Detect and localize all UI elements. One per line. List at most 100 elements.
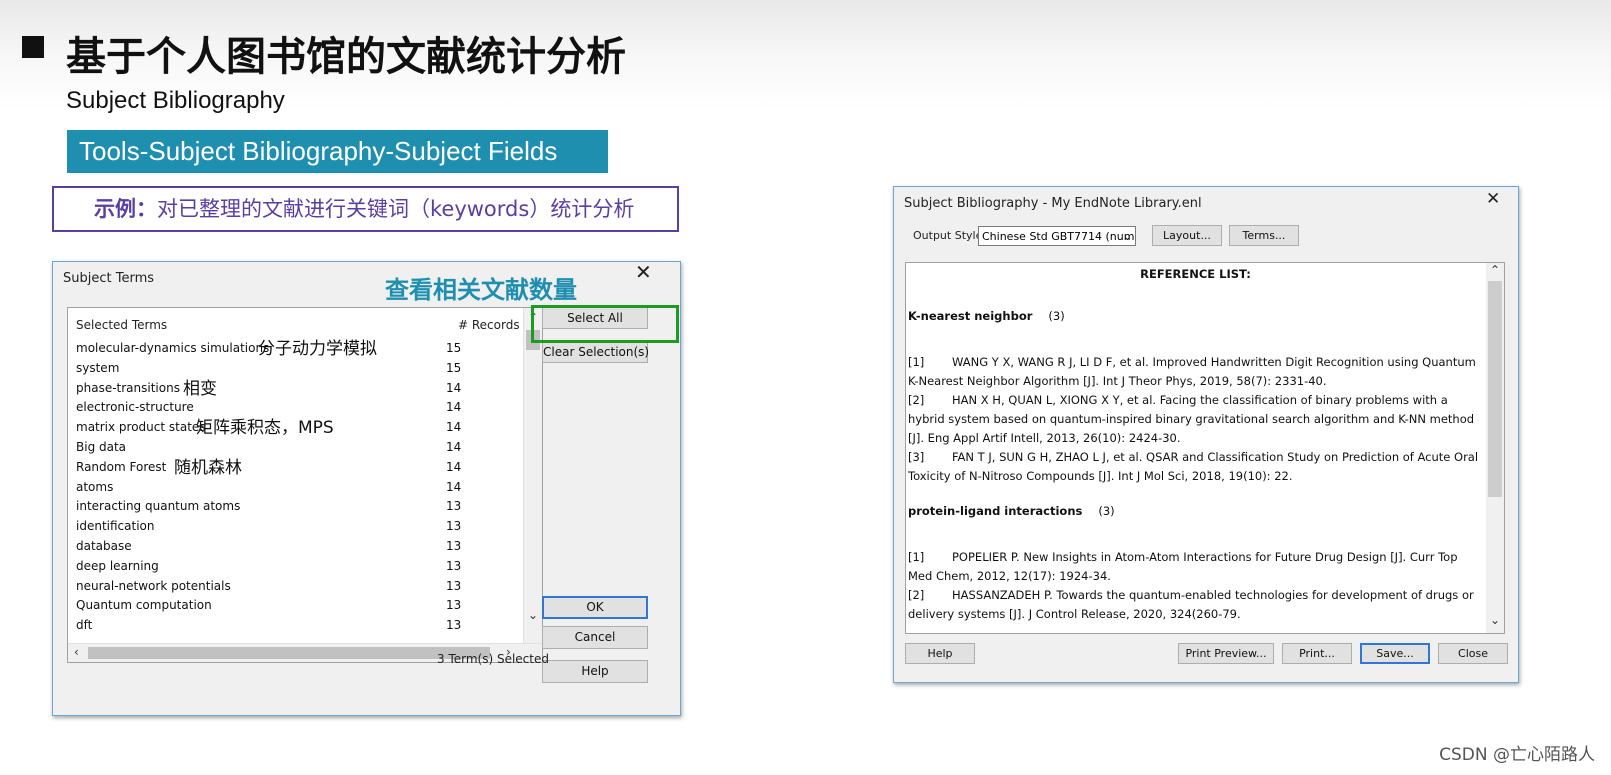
reference-entry: [1] WANG Y X, WANG R J, LI D F, et al. Im… bbox=[908, 353, 1483, 391]
output-style-select[interactable]: Chinese Std GBT7714 (numer ⌄ bbox=[978, 226, 1136, 246]
term-label: database bbox=[76, 538, 132, 553]
term-label: matrix product states bbox=[76, 420, 206, 435]
scroll-down-icon[interactable]: ⌄ bbox=[528, 608, 538, 622]
reference-text: FAN T J, SUN G H, ZHAO L J, et al. QSAR … bbox=[908, 450, 1479, 483]
record-count: 14 bbox=[446, 439, 462, 454]
table-row[interactable]: Quantum computation 13 bbox=[68, 595, 523, 615]
reference-text: HAN X H, QUAN L, XIONG X Y, et al. Facin… bbox=[908, 393, 1475, 445]
table-row[interactable]: dft 13 bbox=[68, 615, 523, 635]
record-count: 13 bbox=[446, 538, 462, 553]
term-label: phase-transitions bbox=[76, 380, 180, 395]
subject-term: K-nearest neighbor bbox=[908, 309, 1033, 323]
record-count: 13 bbox=[446, 618, 462, 633]
term-annotation: 矩阵乘积态，MPS bbox=[196, 418, 334, 439]
record-count: 14 bbox=[446, 420, 462, 435]
print-button[interactable]: Print... bbox=[1282, 643, 1352, 664]
vertical-scrollbar[interactable]: ⌃ ⌄ bbox=[523, 308, 542, 644]
record-count: 13 bbox=[446, 519, 462, 534]
table-row[interactable]: identification 13 bbox=[68, 516, 523, 536]
print-preview-button[interactable]: Print Preview... bbox=[1178, 643, 1274, 664]
column-header-terms[interactable]: Selected Terms bbox=[76, 318, 167, 332]
table-row[interactable]: phase-transitions 14 相变 bbox=[68, 378, 523, 399]
close-icon[interactable]: ✕ bbox=[635, 262, 652, 282]
output-style-value: Chinese Std GBT7714 (numer bbox=[982, 230, 1136, 243]
close-icon[interactable]: ✕ bbox=[1486, 189, 1500, 209]
ok-button[interactable]: OK bbox=[542, 596, 648, 619]
reference-text: HASSANZADEH P. Towards the quantum-enabl… bbox=[908, 588, 1474, 621]
slide-subtitle: Subject Bibliography bbox=[66, 87, 285, 114]
table-row[interactable]: matrix product states 14 矩阵乘积态，MPS bbox=[68, 417, 523, 438]
reference-number: [2] bbox=[908, 588, 925, 602]
table-row[interactable]: Big data 14 bbox=[68, 437, 523, 457]
scroll-down-icon[interactable]: ⌄ bbox=[1490, 613, 1500, 627]
table-row[interactable]: deep learning 13 bbox=[68, 556, 523, 576]
reference-number: [3] bbox=[908, 450, 925, 464]
table-row[interactable]: Random Forest 14 随机森林 bbox=[68, 457, 523, 478]
cancel-button[interactable]: Cancel bbox=[542, 626, 648, 649]
table-row[interactable]: database 13 bbox=[68, 536, 523, 556]
record-count: 14 bbox=[446, 380, 462, 395]
term-annotation: 分子动力学模拟 bbox=[258, 339, 377, 359]
close-button[interactable]: Close bbox=[1438, 643, 1508, 664]
term-label: atoms bbox=[76, 479, 114, 494]
record-count: 13 bbox=[446, 578, 462, 593]
dialog-title: Subject Bibliography - My EndNote Librar… bbox=[904, 196, 1202, 211]
term-label: Quantum computation bbox=[76, 598, 212, 613]
term-annotation: 随机森林 bbox=[174, 457, 242, 478]
terms-rows: molecular-dynamics simulations 15 分子动力学模拟 s… bbox=[68, 338, 523, 635]
subject-group-heading: K-nearest neighbor (3) bbox=[908, 309, 1483, 323]
layout-button[interactable]: Layout... bbox=[1152, 225, 1222, 246]
annotation-label: 查看相关文献数量 bbox=[385, 276, 577, 304]
scroll-thumb[interactable] bbox=[88, 647, 490, 659]
record-count: 13 bbox=[446, 558, 462, 573]
scroll-left-icon[interactable]: ‹ bbox=[74, 645, 79, 659]
term-label: system bbox=[76, 360, 120, 375]
reference-list-header: REFERENCE LIST: bbox=[1140, 267, 1251, 281]
scroll-thumb[interactable] bbox=[1488, 281, 1502, 497]
reference-text: WANG Y X, WANG R J, LI D F, et al. Impro… bbox=[908, 355, 1476, 388]
terms-listbox[interactable]: Selected Terms # Records molecular-dynam… bbox=[67, 307, 543, 663]
clear-selection-button[interactable]: Clear Selection(s) bbox=[542, 341, 649, 363]
help-button[interactable]: Help bbox=[542, 660, 648, 683]
slide-title: 基于个人图书馆的文献统计分析 bbox=[66, 34, 626, 80]
table-row[interactable]: system 15 bbox=[68, 358, 523, 378]
record-count: 15 bbox=[446, 360, 462, 375]
reference-number: [1] bbox=[908, 355, 925, 369]
table-row[interactable]: atoms 14 bbox=[68, 477, 523, 497]
output-style-label: Output Style: bbox=[913, 229, 987, 242]
term-label: deep learning bbox=[76, 558, 159, 573]
term-label: molecular-dynamics simulations bbox=[76, 341, 270, 355]
selection-status: 3 Term(s) Selected bbox=[437, 652, 549, 666]
scroll-up-icon[interactable]: ⌃ bbox=[1490, 263, 1500, 277]
term-label: dft bbox=[76, 618, 93, 633]
menu-path-banner: Tools-Subject Bibliography-Subject Field… bbox=[67, 130, 608, 173]
term-label: Big data bbox=[76, 439, 127, 454]
example-text: 对已整理的文献进行关键词（keywords）统计分析 bbox=[157, 197, 635, 221]
subject-term: protein-ligand interactions bbox=[908, 504, 1083, 518]
column-header-records[interactable]: # Records bbox=[458, 318, 520, 332]
reference-entry: [2] HAN X H, QUAN L, XIONG X Y, et al. Fa… bbox=[908, 391, 1483, 448]
watermark: CSDN @亡心陌路人 bbox=[1439, 745, 1595, 765]
terms-button[interactable]: Terms... bbox=[1229, 225, 1299, 246]
term-label: electronic-structure bbox=[76, 400, 194, 415]
subject-count: (3) bbox=[1048, 309, 1065, 323]
highlight-box bbox=[531, 305, 679, 343]
reference-entry: [1] POPELIER P. New Insights in Atom-Atom… bbox=[908, 548, 1483, 586]
reference-number: [2] bbox=[908, 393, 925, 407]
term-label: neural-network potentials bbox=[76, 578, 231, 593]
table-row[interactable]: molecular-dynamics simulations 15 分子动力学模拟 bbox=[68, 338, 523, 359]
record-count: 13 bbox=[446, 499, 462, 514]
record-count: 14 bbox=[446, 479, 462, 494]
reference-list-area[interactable]: REFERENCE LIST: K-nearest neighbor (3) [1]… bbox=[905, 262, 1505, 634]
example-label: 示例： bbox=[94, 197, 157, 221]
table-row[interactable]: interacting quantum atoms 13 bbox=[68, 496, 523, 516]
table-row[interactable]: neural-network potentials 13 bbox=[68, 576, 523, 596]
vertical-scrollbar[interactable]: ⌃ ⌄ bbox=[1486, 263, 1504, 633]
record-count: 14 bbox=[446, 400, 462, 415]
reference-entry: [3] FAN T J, SUN G H, ZHAO L J, et al. QS… bbox=[908, 448, 1483, 486]
reference-list: REFERENCE LIST: K-nearest neighbor (3) [1]… bbox=[908, 263, 1483, 624]
help-button[interactable]: Help bbox=[905, 643, 975, 664]
save-button[interactable]: Save... bbox=[1360, 643, 1430, 664]
example-box: 示例：对已整理的文献进行关键词（keywords）统计分析 bbox=[52, 186, 679, 232]
term-annotation: 相变 bbox=[183, 378, 217, 399]
